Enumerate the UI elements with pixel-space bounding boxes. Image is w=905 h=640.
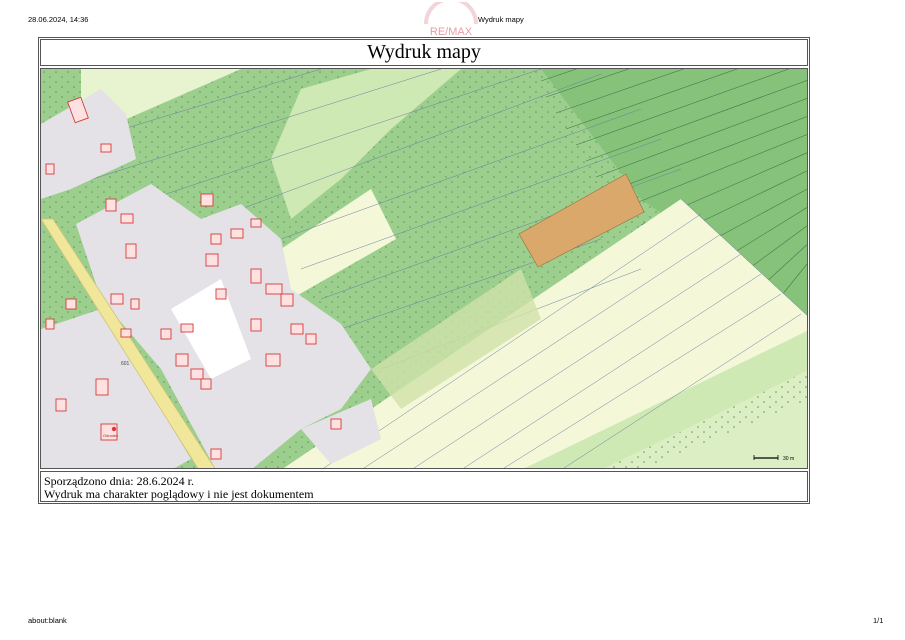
map-view[interactable]: 601 Ośrodek 30 m [40,68,808,469]
footer-url: about:blank [28,616,67,625]
disclaimer-line: Wydruk ma charakter poglądowy i nie jest… [44,487,314,501]
poi-label: Ośrodek [103,433,118,438]
document-title: Wydruk mapy [40,39,808,66]
print-date-time: 28.06.2024, 14:36 [28,15,89,24]
remax-watermark: RE/MAX [424,2,478,38]
poi-marker-icon [111,426,117,432]
footer-page-number: 1/1 [873,616,884,625]
print-page-title: Wydruk mapy [478,15,524,24]
print-info: Sporządzono dnia: 28.6.2024 r. Wydruk ma… [40,471,808,502]
map-canvas[interactable]: 601 Ośrodek 30 m [41,69,808,469]
map-printout: Wydruk mapy 601 Ośrodek 30 m Sporządzono… [38,37,810,504]
road-number: 601 [121,361,130,367]
scale-label: 30 m [783,456,794,462]
